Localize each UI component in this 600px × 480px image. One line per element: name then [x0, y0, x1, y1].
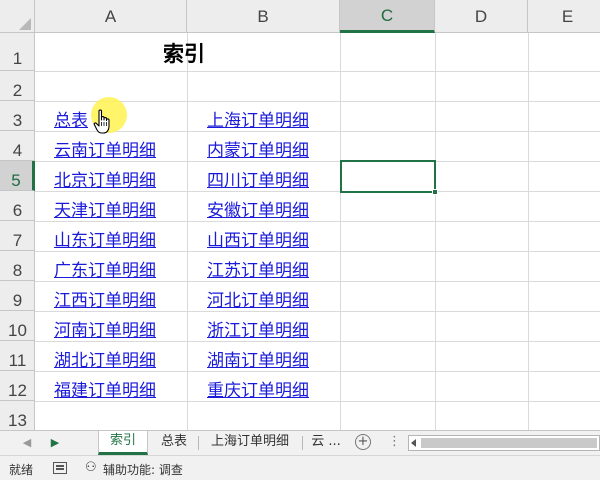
- row-header-5[interactable]: 5: [0, 161, 35, 191]
- column-header-d[interactable]: D: [435, 0, 528, 33]
- accessibility-icon[interactable]: ⚇: [85, 460, 97, 475]
- link-a12[interactable]: 福建订单明细: [54, 376, 156, 401]
- link-a7[interactable]: 山东订单明细: [54, 226, 156, 251]
- link-a6[interactable]: 天津订单明细: [54, 196, 156, 221]
- column-header-b[interactable]: B: [187, 0, 340, 33]
- select-all-button[interactable]: [0, 0, 35, 33]
- link-b9[interactable]: 河北订单明细: [207, 286, 309, 311]
- scrollbar-thumb[interactable]: [421, 438, 597, 448]
- status-ready: 就绪: [9, 463, 34, 477]
- row-header-1[interactable]: 1: [0, 33, 35, 71]
- gridline: [35, 251, 600, 252]
- gridline: [35, 311, 600, 312]
- horizontal-scrollbar[interactable]: [408, 435, 600, 451]
- add-sheet-icon[interactable]: +: [355, 434, 371, 450]
- gridline: [35, 401, 600, 402]
- column-header-e[interactable]: E: [528, 0, 600, 33]
- link-a4[interactable]: 云南订单明细: [54, 136, 156, 161]
- link-a5[interactable]: 北京订单明细: [54, 166, 156, 191]
- row-header-3[interactable]: 3: [0, 101, 35, 131]
- row-header-12[interactable]: 12: [0, 371, 35, 401]
- tab-index[interactable]: 索引: [98, 431, 148, 455]
- scroll-right-icon[interactable]: ▶: [48, 434, 62, 452]
- row-header-bar: 1 2 3 4 5 6 7 8 9 10 11 12 13: [0, 33, 35, 430]
- gridline: [35, 71, 600, 72]
- tab-separator: [302, 436, 303, 450]
- gridline: [35, 221, 600, 222]
- link-a3[interactable]: 总表: [54, 106, 88, 131]
- link-b11[interactable]: 湖南订单明细: [207, 346, 309, 371]
- row-header-13[interactable]: 13: [0, 401, 35, 430]
- gridline: [35, 371, 600, 372]
- link-b8[interactable]: 江苏订单明细: [207, 256, 309, 281]
- link-a8[interactable]: 广东订单明细: [54, 256, 156, 281]
- tab-summary[interactable]: 总表: [152, 431, 196, 455]
- link-b12[interactable]: 重庆订单明细: [207, 376, 309, 401]
- row-header-6[interactable]: 6: [0, 191, 35, 221]
- gridline: [35, 281, 600, 282]
- column-header-c[interactable]: C: [340, 0, 435, 33]
- scroll-left-icon[interactable]: ◀: [20, 434, 34, 452]
- link-b7[interactable]: 山西订单明细: [207, 226, 309, 251]
- more-options-icon[interactable]: ⋮: [388, 434, 401, 449]
- gridline: [35, 131, 600, 132]
- column-header-bar: A B C D E: [0, 0, 600, 33]
- row-header-9[interactable]: 9: [0, 281, 35, 311]
- row-header-7[interactable]: 7: [0, 221, 35, 251]
- row-header-2[interactable]: 2: [0, 71, 35, 101]
- row-header-4[interactable]: 4: [0, 131, 35, 161]
- sheet-title: 索引: [163, 42, 205, 66]
- cell-grid[interactable]: 索引 总表 云南订单明细 北京订单明细 天津订单明细 山东订单明细 广东订单明细…: [35, 33, 600, 430]
- link-b4[interactable]: 内蒙订单明细: [207, 136, 309, 161]
- row-header-11[interactable]: 11: [0, 341, 35, 371]
- link-a9[interactable]: 江西订单明细: [54, 286, 156, 311]
- status-bar: 就绪 ⚇ 辅助功能: 调查: [0, 455, 600, 480]
- select-all-triangle-icon: [19, 18, 31, 30]
- page-layout-icon[interactable]: [53, 462, 67, 474]
- tab-shanghai[interactable]: 上海订单明细: [202, 431, 298, 455]
- link-b6[interactable]: 安徽订单明细: [207, 196, 309, 221]
- link-b10[interactable]: 浙江订单明细: [207, 316, 309, 341]
- link-a10[interactable]: 河南订单明细: [54, 316, 156, 341]
- link-b3[interactable]: 上海订单明细: [207, 106, 309, 131]
- gridline: [35, 161, 600, 162]
- hand-cursor-icon: [93, 109, 110, 134]
- fill-handle[interactable]: [432, 189, 438, 195]
- gridline: [35, 341, 600, 342]
- row-header-8[interactable]: 8: [0, 251, 35, 281]
- selected-cell[interactable]: [340, 160, 438, 195]
- tab-separator: [198, 436, 199, 450]
- sheet-tab-bar: ◀ ▶ 索引 总表 上海订单明细 云 ... + ⋮: [0, 430, 600, 455]
- row-header-10[interactable]: 10: [0, 311, 35, 341]
- link-a11[interactable]: 湖北订单明细: [54, 346, 156, 371]
- tab-more[interactable]: 云 ...: [306, 431, 346, 455]
- gridline: [35, 191, 600, 192]
- link-b5[interactable]: 四川订单明细: [207, 166, 309, 191]
- column-header-a[interactable]: A: [35, 0, 187, 33]
- scroll-left-arrow-icon[interactable]: [411, 439, 416, 447]
- accessibility-status[interactable]: 辅助功能: 调查: [103, 461, 183, 478]
